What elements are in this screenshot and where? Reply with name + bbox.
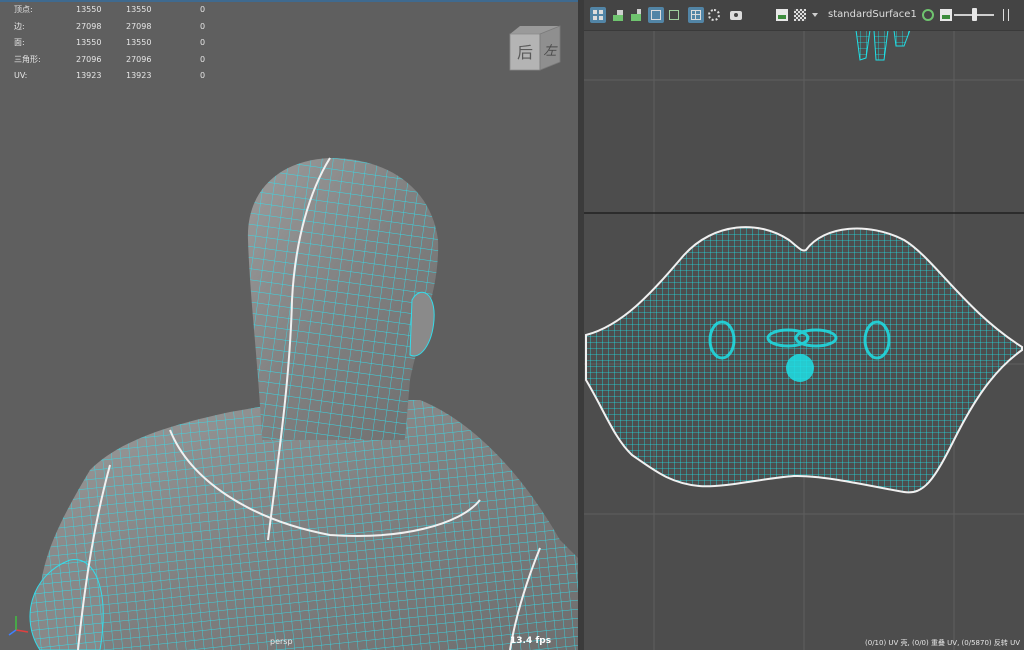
uv-shell-hand	[855, 29, 911, 61]
stat-value: 0	[200, 38, 206, 47]
grid-icon[interactable]	[688, 7, 704, 23]
stat-label: 顶点:	[14, 5, 33, 14]
frame-icon[interactable]	[648, 7, 664, 23]
stat-value: 13923	[126, 71, 152, 80]
stat-value: 13550	[126, 38, 152, 47]
image-icon[interactable]	[774, 7, 790, 23]
hud-row-edges: 边: 27098 27098 0	[14, 19, 220, 36]
poly-count-hud: 顶点: 13550 13550 0 边: 27098 27098 0 面: 13…	[14, 2, 220, 85]
material-name[interactable]: standardSurface1	[828, 9, 917, 20]
hud-row-vertices: 顶点: 13550 13550 0	[14, 2, 220, 19]
more-icon[interactable]	[1000, 7, 1012, 23]
stat-value: 13550	[126, 5, 152, 14]
uv-canvas[interactable]	[584, 0, 1024, 650]
stat-value: 27098	[126, 21, 152, 31]
uv-editor[interactable]: standardSurface1 (0/10) UV 壳, (0/0) 重叠 U…	[584, 0, 1024, 650]
uv-status-text: (0/10) UV 壳, (0/0) 重叠 UV, (0/5870) 反转 UV	[865, 639, 1020, 647]
stat-value: 0	[200, 54, 206, 64]
stat-label: 面:	[14, 38, 25, 47]
stat-label: 边:	[14, 21, 25, 31]
checker-icon[interactable]	[706, 7, 722, 23]
shaded-icon[interactable]	[628, 7, 644, 23]
viewcube-left-face: 左	[543, 44, 558, 59]
model-wireframe	[29, 157, 578, 650]
stat-label: 三角形:	[14, 54, 41, 64]
stat-label: UV:	[14, 71, 28, 80]
frame-all-icon[interactable]	[666, 7, 682, 23]
stat-value: 27096	[126, 54, 152, 64]
fps-counter: 13.4 fps	[510, 636, 552, 646]
texture-icon[interactable]	[610, 7, 626, 23]
uv-toolbar: standardSurface1	[584, 0, 1024, 31]
stat-value: 0	[200, 21, 206, 31]
checker-pattern-icon[interactable]	[792, 7, 808, 23]
hud-row-uvs: UV: 13923 13923 0	[14, 68, 220, 85]
stat-value: 0	[200, 71, 206, 80]
stat-value: 13550	[76, 5, 102, 14]
hud-row-triangles: 三角形: 27096 27096 0	[14, 52, 220, 69]
stat-value: 0	[200, 5, 206, 14]
dropdown-icon[interactable]	[810, 7, 820, 23]
stat-value: 13550	[76, 38, 102, 47]
snapshot-icon[interactable]	[728, 7, 744, 23]
camera-name: persp	[270, 637, 293, 646]
image-display-icon[interactable]	[938, 7, 954, 23]
stat-value: 27098	[76, 21, 102, 31]
hud-row-faces: 面: 13550 13550 0	[14, 35, 220, 52]
color-management-icon[interactable]	[920, 7, 936, 23]
viewcube[interactable]: 后 左	[506, 24, 562, 74]
axis-gizmo-icon	[8, 616, 29, 636]
stat-value: 13923	[76, 71, 102, 80]
exposure-slider-handle[interactable]	[972, 8, 977, 21]
stat-value: 27096	[76, 54, 102, 64]
viewcube-back-face: 后	[517, 43, 533, 62]
grid-toggle-icon[interactable]	[590, 7, 606, 23]
perspective-viewport[interactable]: 顶点: 13550 13550 0 边: 27098 27098 0 面: 13…	[0, 0, 580, 650]
